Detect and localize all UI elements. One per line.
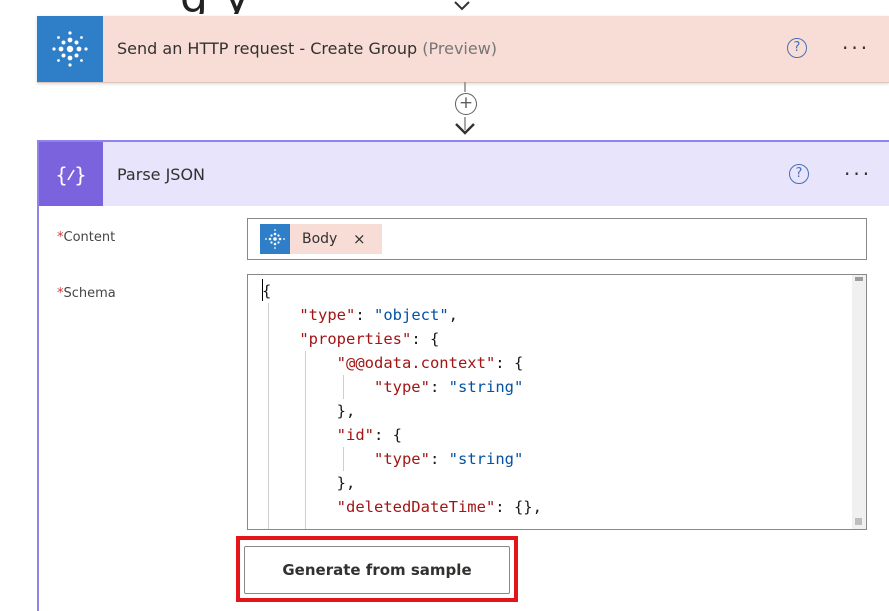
parse-json-action-card: { } Parse JSON ? ··· *Content Body × *Sc…: [37, 140, 889, 611]
parse-json-title[interactable]: Parse JSON: [117, 165, 205, 184]
down-arrow-icon: [454, 1, 470, 11]
code-line: {: [262, 282, 272, 300]
code-line: "id": {: [336, 426, 402, 444]
code-line: "type": "string": [373, 450, 524, 468]
http-request-action-card[interactable]: Send an HTTP request - Create Group (Pre…: [37, 16, 889, 83]
schema-label-text: Schema: [63, 286, 116, 301]
add-step-button[interactable]: +: [455, 93, 477, 115]
schema-label: *Schema: [57, 286, 116, 301]
plus-icon: +: [458, 93, 474, 113]
more-options-icon[interactable]: ···: [842, 38, 870, 58]
cropped-heading-text: g y: [180, 0, 251, 14]
code-line: "deletedDateTime": {},: [336, 498, 542, 516]
schema-code: { "type": "object", "properties": { "@@o…: [262, 279, 842, 519]
content-label-text: Content: [63, 230, 116, 245]
code-line: "@@odata.context": {: [336, 354, 524, 372]
preview-tag: (Preview): [422, 39, 498, 58]
help-icon[interactable]: ?: [787, 38, 807, 58]
scrollbar-corner: [855, 518, 862, 525]
code-line: "type": "object",: [299, 306, 458, 324]
remove-token-icon[interactable]: ×: [353, 230, 366, 248]
token-label: Body: [302, 231, 338, 247]
cropped-heading: g y: [0, 0, 889, 14]
code-line: },: [262, 474, 356, 492]
scrollbar-thumb[interactable]: [855, 277, 863, 281]
generate-from-sample-button[interactable]: Generate from sample: [244, 546, 510, 594]
more-options-icon[interactable]: ···: [844, 164, 872, 184]
code-line: },: [262, 402, 356, 420]
content-input[interactable]: Body ×: [247, 218, 867, 260]
http-action-title[interactable]: Send an HTTP request - Create Group (Pre…: [117, 39, 497, 58]
sharepoint-icon: [260, 224, 290, 254]
http-action-title-text: Send an HTTP request - Create Group: [117, 39, 418, 58]
code-line: "type": "string": [373, 378, 524, 396]
schema-editor[interactable]: { "type": "object", "properties": { "@@o…: [247, 274, 867, 530]
sharepoint-icon: [37, 16, 103, 82]
editor-scrollbar[interactable]: [852, 275, 866, 529]
help-icon[interactable]: ?: [789, 164, 809, 184]
body-token[interactable]: Body ×: [260, 224, 382, 254]
parse-json-header[interactable]: { } Parse JSON ? ···: [39, 142, 889, 206]
content-label: *Content: [57, 230, 115, 245]
code-line: "properties": {: [299, 330, 440, 348]
braces-icon: { }: [39, 142, 103, 206]
